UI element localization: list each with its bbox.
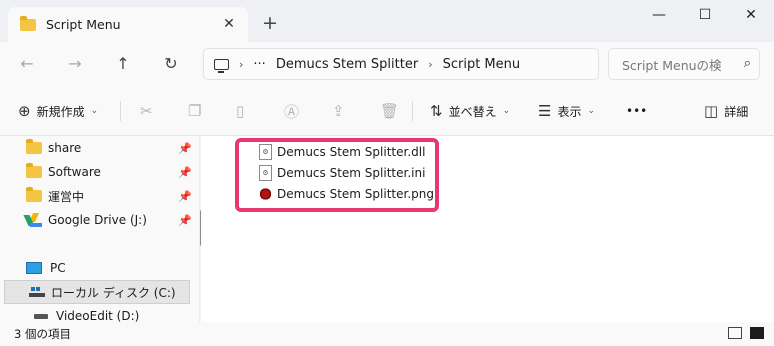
pin-icon: 📌 bbox=[178, 213, 192, 227]
minimize-button[interactable]: — bbox=[636, 0, 682, 32]
folder-icon bbox=[26, 139, 42, 154]
view-button[interactable]: ☰ 表示 ⌄ bbox=[538, 100, 595, 122]
details-view-icon[interactable] bbox=[728, 327, 742, 339]
breadcrumb-demucs[interactable]: Demucs Stem Splitter bbox=[276, 57, 418, 72]
sidebar-item-share[interactable]: share 📌 bbox=[0, 136, 196, 160]
pin-icon: 📌 bbox=[178, 141, 192, 155]
ini-file-icon: ⚙ bbox=[259, 165, 272, 181]
file-item-ini[interactable]: ⚙ Demucs Stem Splitter.ini bbox=[259, 164, 425, 182]
details-pane-icon: ◫ bbox=[704, 102, 719, 120]
file-item-dll[interactable]: ⚙ Demucs Stem Splitter.dll bbox=[259, 143, 425, 161]
back-button[interactable]: ← bbox=[12, 50, 42, 78]
new-label: 新規作成 bbox=[36, 104, 85, 119]
sidebar-item-software[interactable]: Software 📌 bbox=[0, 160, 196, 184]
copy-button[interactable]: ❐ bbox=[188, 100, 201, 122]
breadcrumb-more[interactable]: ··· bbox=[253, 57, 265, 72]
tiles-view-icon[interactable] bbox=[750, 327, 764, 339]
more-options-button[interactable]: ••• bbox=[626, 100, 647, 122]
navigation-pane: share 📌 Software 📌 運営中 📌 Google Drive (J… bbox=[0, 136, 200, 323]
clipboard-icon: ▯ bbox=[236, 102, 245, 120]
address-bar[interactable]: › ··· Demucs Stem Splitter › Script Menu bbox=[203, 48, 599, 80]
details-label: 詳細 bbox=[724, 104, 749, 119]
share-icon: ⇪ bbox=[332, 102, 345, 120]
sidebar-item-label: 運営中 bbox=[48, 189, 85, 204]
more-icon: ••• bbox=[626, 104, 648, 118]
pc-icon bbox=[26, 262, 42, 274]
drive-icon bbox=[34, 313, 48, 319]
sidebar-item-google-drive[interactable]: Google Drive (J:) 📌 bbox=[0, 208, 196, 232]
item-count: 3 個の項目 bbox=[14, 327, 71, 341]
png-file-icon bbox=[259, 186, 272, 202]
scissors-icon: ✂ bbox=[140, 102, 153, 120]
google-drive-icon bbox=[23, 213, 42, 227]
pin-icon: 📌 bbox=[178, 165, 192, 179]
chevron-right-icon[interactable]: › bbox=[428, 58, 432, 71]
close-tab-icon[interactable]: ✕ bbox=[220, 15, 238, 33]
cut-button[interactable]: ✂ bbox=[140, 100, 153, 122]
chevron-down-icon: ⌄ bbox=[90, 106, 99, 116]
chevron-down-icon: ⌄ bbox=[587, 106, 596, 116]
paste-button[interactable]: ▯ bbox=[236, 100, 244, 122]
drive-icon bbox=[29, 287, 45, 297]
file-name: Demucs Stem Splitter.dll bbox=[277, 145, 426, 159]
sidebar-item-label: Software bbox=[48, 165, 101, 179]
rename-icon: Ⓐ bbox=[284, 102, 300, 121]
list-view-icon: ☰ bbox=[538, 102, 552, 120]
tab-script-menu[interactable]: Script Menu ✕ bbox=[8, 7, 248, 42]
computer-icon bbox=[214, 58, 229, 73]
divider bbox=[120, 101, 121, 121]
folder-icon bbox=[26, 187, 42, 202]
sidebar-item-label: PC bbox=[50, 261, 66, 275]
sidebar-item-pc[interactable]: PC bbox=[0, 256, 196, 280]
folder-icon bbox=[26, 163, 42, 178]
search-placeholder: Script Menuの検 bbox=[622, 57, 722, 73]
maximize-button[interactable]: ☐ bbox=[682, 0, 728, 32]
breadcrumb-script-menu[interactable]: Script Menu bbox=[443, 57, 521, 72]
file-name: Demucs Stem Splitter.ini bbox=[277, 166, 426, 180]
up-button[interactable]: ↑ bbox=[108, 50, 138, 78]
sidebar-item-label: ローカル ディスク (C:) bbox=[51, 285, 176, 300]
sidebar-item-label: VideoEdit (D:) bbox=[56, 309, 140, 323]
refresh-button[interactable]: ↻ bbox=[156, 50, 186, 78]
file-item-png[interactable]: Demucs Stem Splitter.png bbox=[259, 185, 434, 203]
chevron-right-icon[interactable]: › bbox=[239, 58, 243, 71]
copy-icon: ❐ bbox=[188, 102, 202, 120]
delete-button[interactable]: 🗑 bbox=[380, 100, 399, 122]
sort-button[interactable]: ⇅ 並べ替え ⌄ bbox=[430, 100, 510, 122]
share-button[interactable]: ⇪ bbox=[332, 100, 345, 122]
search-input[interactable]: Script Menuの検 ⌕ bbox=[608, 48, 760, 80]
file-list: ⚙ Demucs Stem Splitter.dll ⚙ Demucs Stem… bbox=[201, 136, 774, 322]
close-window-button[interactable]: ✕ bbox=[728, 0, 774, 32]
sort-label: 並べ替え bbox=[448, 104, 497, 119]
details-button[interactable]: ◫ 詳細 bbox=[704, 100, 748, 122]
search-icon[interactable]: ⌕ bbox=[744, 56, 751, 71]
rename-button[interactable]: Ⓐ bbox=[284, 100, 299, 122]
pin-icon: 📌 bbox=[178, 189, 192, 203]
status-bar: 3 個の項目 bbox=[0, 322, 774, 346]
address-row: ← → ↑ ↻ › ··· Demucs Stem Splitter › Scr… bbox=[0, 42, 774, 86]
divider bbox=[412, 101, 413, 121]
dll-file-icon: ⚙ bbox=[259, 144, 272, 160]
sort-icon: ⇅ bbox=[430, 102, 443, 120]
tab-title: Script Menu bbox=[46, 17, 121, 32]
new-button[interactable]: ⊕ 新規作成 ⌄ bbox=[18, 100, 98, 122]
folder-icon bbox=[20, 15, 36, 31]
sidebar-item-drive-c[interactable]: ローカル ディスク (C:) bbox=[4, 280, 190, 304]
forward-button[interactable]: → bbox=[60, 50, 90, 78]
plus-circle-icon: ⊕ bbox=[18, 102, 31, 120]
new-tab-button[interactable]: + bbox=[258, 12, 282, 36]
sidebar-item-unei[interactable]: 運営中 📌 bbox=[0, 184, 196, 208]
sidebar-item-label: share bbox=[48, 141, 82, 155]
chevron-down-icon: ⌄ bbox=[502, 106, 511, 116]
title-bar: Script Menu ✕ + — ☐ ✕ bbox=[0, 0, 774, 46]
file-name: Demucs Stem Splitter.png bbox=[277, 187, 434, 201]
trash-icon: 🗑 bbox=[380, 102, 400, 120]
sidebar-item-label: Google Drive (J:) bbox=[48, 213, 147, 227]
view-label: 表示 bbox=[557, 104, 582, 119]
command-bar: ⊕ 新規作成 ⌄ ✂ ❐ ▯ Ⓐ ⇪ 🗑 ⇅ 並べ替え ⌄ ☰ 表示 ⌄ •••… bbox=[0, 86, 774, 136]
